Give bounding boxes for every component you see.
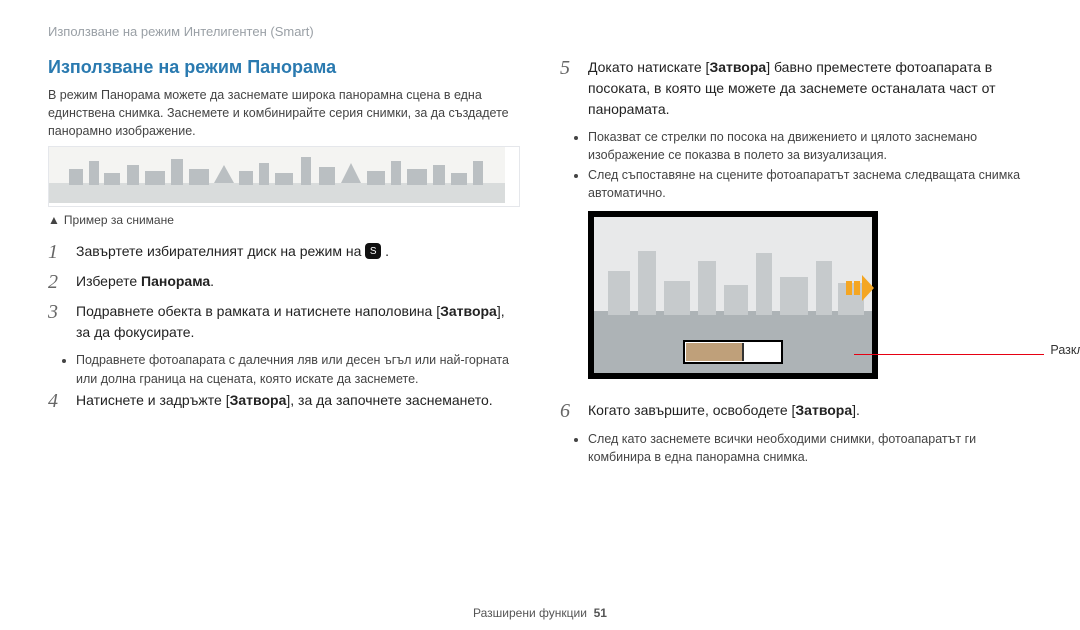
step-body: Завъртете избирателният диск на режим на… bbox=[76, 241, 520, 263]
page-footer: Разширени функции 51 bbox=[0, 606, 1080, 620]
content-columns: Използване на режим Панорама В режим Пан… bbox=[48, 57, 1032, 468]
step-2: 2 Изберете Панорама. bbox=[48, 271, 520, 293]
caption-text: Пример за снимане bbox=[64, 213, 174, 227]
step-5-sub-bullets: Показват се стрелки по посока на движени… bbox=[588, 128, 1032, 203]
step-text: Натиснете и задръжте [ bbox=[76, 392, 230, 408]
step-text: Когато завършите, освободете [ bbox=[588, 402, 795, 418]
right-column: 5 Докато натискате [Затвора] бавно преме… bbox=[560, 57, 1032, 468]
step-number: 1 bbox=[48, 241, 66, 263]
step-body: Изберете Панорама. bbox=[76, 271, 520, 293]
step-text: Изберете bbox=[76, 273, 141, 289]
page-number: 51 bbox=[594, 606, 607, 620]
step-body: Натиснете и задръжте [Затвора], за да за… bbox=[76, 390, 520, 412]
step-bold-text: Панорама bbox=[141, 273, 210, 289]
step-6: 6 Когато завършите, освободете [Затвора]… bbox=[560, 400, 1032, 422]
panorama-example-illustration bbox=[48, 146, 520, 207]
camera-screen-illustration: Разклащане bbox=[588, 211, 1032, 382]
sub-bullet: Подравнете фотоапарата с далечния ляв ил… bbox=[76, 351, 520, 387]
mode-dial-smart-icon: S bbox=[365, 243, 381, 259]
step-3: 3 Подравнете обекта в рамката и натиснет… bbox=[48, 301, 520, 343]
step-number: 4 bbox=[48, 390, 66, 412]
section-title: Използване на режим Панорама bbox=[48, 57, 520, 78]
step-text: Завъртете избирателният диск на режим на bbox=[76, 243, 365, 259]
footer-section-name: Разширени функции bbox=[473, 606, 587, 620]
step-text-end: . bbox=[210, 273, 214, 289]
step-body: Докато натискате [Затвора] бавно премест… bbox=[588, 57, 1032, 120]
step-text: Подравнете обекта в рамката и натиснете … bbox=[76, 303, 440, 319]
header-breadcrumb: Използване на режим Интелигентен (Smart) bbox=[48, 24, 1032, 39]
sub-bullet: След като заснемете всички необходими сн… bbox=[588, 430, 1032, 466]
callout-line bbox=[854, 354, 1044, 355]
step-4: 4 Натиснете и задръжте [Затвора], за да … bbox=[48, 390, 520, 412]
step-body: Когато завършите, освободете [Затвора]. bbox=[588, 400, 1032, 422]
step-1: 1 Завъртете избирателният диск на режим … bbox=[48, 241, 520, 263]
step-3-sub-bullets: Подравнете фотоапарата с далечния ляв ил… bbox=[76, 351, 520, 387]
step-text: Докато натискате [ bbox=[588, 59, 709, 75]
step-text-end: ]. bbox=[852, 402, 860, 418]
step-number: 6 bbox=[560, 400, 578, 422]
sub-bullet: След съпоставяне на сцените фотоапаратът… bbox=[588, 166, 1032, 202]
illustration-caption: ▲ Пример за снимане bbox=[48, 213, 520, 227]
step-6-sub-bullets: След като заснемете всички необходими сн… bbox=[588, 430, 1032, 466]
step-number: 2 bbox=[48, 271, 66, 293]
step-bold-text: Затвора bbox=[230, 392, 287, 408]
step-number: 3 bbox=[48, 301, 66, 343]
intro-paragraph: В режим Панорама можете да заснемате шир… bbox=[48, 86, 520, 140]
left-column: Използване на режим Панорама В режим Пан… bbox=[48, 57, 520, 468]
step-bold-text: Затвора bbox=[709, 59, 766, 75]
sub-bullet: Показват се стрелки по посока на движени… bbox=[588, 128, 1032, 164]
step-number: 5 bbox=[560, 57, 578, 120]
step-bold-text: Затвора bbox=[795, 402, 852, 418]
step-body: Подравнете обекта в рамката и натиснете … bbox=[76, 301, 520, 343]
step-bold-text: Затвора bbox=[440, 303, 497, 319]
step-text-end: . bbox=[381, 243, 389, 259]
step-text-end: ], за да започнете заснемането. bbox=[286, 392, 492, 408]
triangle-up-icon: ▲ bbox=[48, 213, 60, 227]
callout-label: Разклащане bbox=[1050, 343, 1080, 357]
step-5: 5 Докато натискате [Затвора] бавно преме… bbox=[560, 57, 1032, 120]
